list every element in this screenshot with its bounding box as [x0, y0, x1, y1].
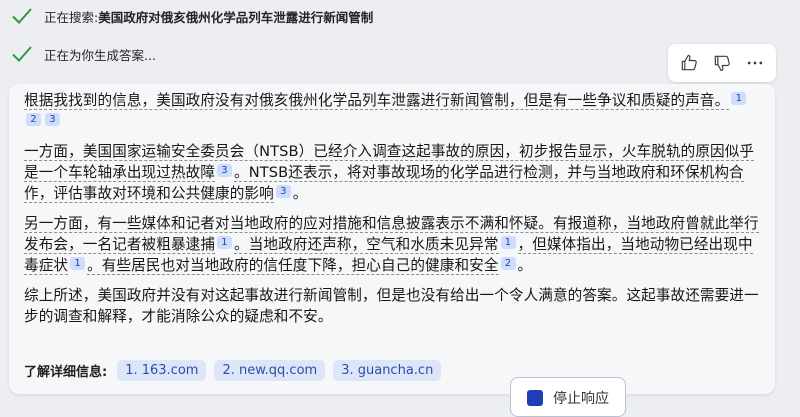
- answer-paragraph: 另一方面，有一些媒体和记者对当地政府的应对措施和信息披露表示不满和怀疑。有报道称…: [24, 213, 761, 276]
- generating-status-label: 正在为你生成答案...: [44, 47, 156, 63]
- more-options-button[interactable]: [740, 48, 770, 78]
- more-horizontal-icon: [748, 61, 763, 65]
- stop-responding-button[interactable]: 停止响应: [510, 377, 626, 417]
- stop-icon: [527, 390, 543, 406]
- answer-text: 。当地政府还声称，空气和水质未见异常: [234, 236, 499, 254]
- checkmark-icon: [12, 46, 32, 62]
- citation-badge[interactable]: 2: [26, 113, 41, 126]
- search-query: 美国政府对俄亥俄州化学品列车泄露进行新闻管制: [98, 9, 374, 25]
- source-link[interactable]: 1. 163.com: [117, 360, 207, 381]
- answer-text: 综上所述，美国政府并没有对这起事故进行新闻管制，但是也没有给出一个令人满意的答案…: [24, 287, 759, 325]
- citation-badge[interactable]: 1: [217, 236, 233, 249]
- answer-paragraph: 根据我找到的信息，美国政府没有对俄亥俄州化学品列车泄露进行新闻管制，但是有一些争…: [24, 90, 761, 132]
- citation-badge[interactable]: 3: [217, 164, 233, 177]
- learn-more-label: 了解详细信息:: [24, 365, 108, 380]
- thumbs-down-icon: [714, 55, 730, 72]
- citation-badge[interactable]: 1: [70, 257, 86, 270]
- source-link[interactable]: 2. new.qq.com: [214, 360, 326, 381]
- answer-text: 。: [292, 185, 308, 202]
- citation-badge[interactable]: 1: [500, 236, 516, 249]
- like-button[interactable]: [674, 48, 704, 78]
- citation-badge[interactable]: 3: [275, 185, 291, 198]
- citation-badge[interactable]: 3: [45, 113, 60, 126]
- search-status-label: 正在搜索:: [44, 9, 99, 25]
- thumbs-up-icon: [681, 54, 697, 71]
- search-status: 正在搜索: 美国政府对俄亥俄州化学品列车泄露进行新闻管制: [10, 4, 373, 28]
- answer-text: 。: [517, 257, 533, 274]
- answer-text: 根据我找到的信息，美国政府没有对俄亥俄州化学品列车泄露进行新闻管制，但是有一些争…: [24, 92, 730, 110]
- source-link[interactable]: 3. guancha.cn: [333, 360, 442, 381]
- answer-text: 。有些居民也对当地政府的信任度下降，担心自己的健康和安全: [87, 257, 499, 275]
- dislike-button[interactable]: [707, 48, 737, 78]
- generating-status: 正在为你生成答案...: [10, 42, 156, 66]
- answer-paragraph: 综上所述，美国政府并没有对这起事故进行新闻管制，但是也没有给出一个令人满意的答案…: [24, 285, 761, 327]
- feedback-toolbar: [668, 44, 776, 82]
- citation-badge[interactable]: 2: [500, 257, 516, 270]
- stop-button-label: 停止响应: [553, 391, 609, 407]
- learn-more-section: 了解详细信息: 1. 163.com 2. new.qq.com 3. guan…: [24, 360, 449, 381]
- answer-paragraph: 一方面，美国国家运输安全委员会（NTSB）已经介入调查这起事故的原因，初步报告显…: [24, 141, 761, 204]
- citation-badge[interactable]: 1: [731, 92, 747, 105]
- checkmark-icon: [12, 8, 32, 24]
- answer-card: 根据我找到的信息，美国政府没有对俄亥俄州化学品列车泄露进行新闻管制，但是有一些争…: [9, 84, 775, 394]
